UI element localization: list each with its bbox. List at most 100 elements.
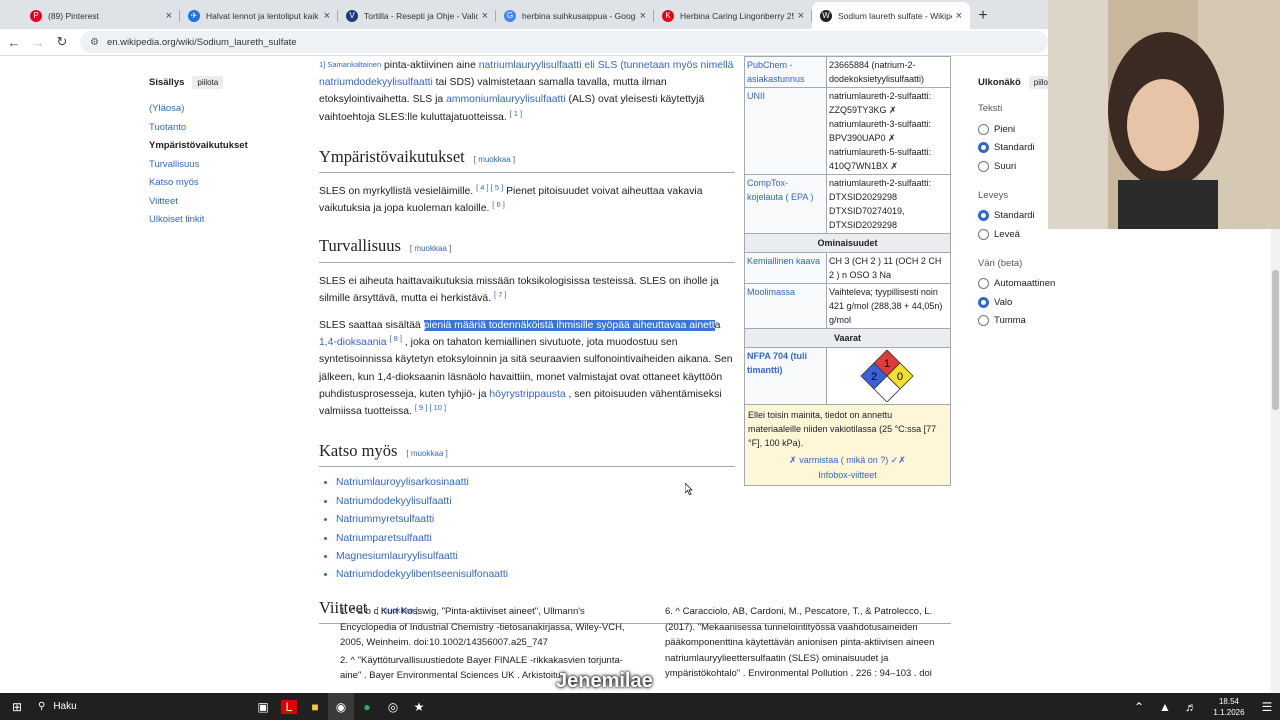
radio-button[interactable] [978,278,989,290]
close-tab-icon[interactable]: × [956,10,962,22]
edit-link[interactable]: muokkaa [478,155,510,164]
radio-option[interactable]: Standardi [978,139,1055,158]
radio-option[interactable]: Leveä [978,225,1055,244]
toc-item[interactable]: Ympäristövaikutukset [149,137,289,156]
edit-link[interactable]: muokkaa [414,244,446,253]
spotify-icon[interactable]: ● [354,693,380,720]
forward-icon[interactable]: → [26,30,50,54]
toc-item[interactable]: Turvallisuus [149,156,289,175]
browser-tab[interactable]: P (89) Pinterest × [22,2,180,29]
nfpa-diamond-cell: 1 2 0 [827,348,950,404]
infobox-key[interactable]: Kemiallinen kaava [745,253,827,283]
edit-link[interactable]: muokkaa [411,449,443,458]
ref-link[interactable]: [ 6 ] [492,200,505,209]
reload-icon[interactable]: ↻ [50,30,74,54]
radio-button[interactable] [978,160,989,172]
radio-button[interactable] [978,315,989,327]
radio-option[interactable]: Suuri [978,157,1055,176]
close-tab-icon[interactable]: × [324,10,330,22]
infobox-key[interactable]: UNII [745,88,827,174]
verify-link[interactable]: ✗ varmistaa ( mikä on ?) ✓✗ [748,453,947,467]
radio-button[interactable] [978,142,989,154]
ref-link[interactable]: [ 9 ] [ 10 ] [415,403,446,412]
network-icon[interactable]: ▲ [1152,693,1178,720]
notifications-icon[interactable]: ☰ [1254,693,1280,720]
radio-option[interactable]: Pieni [978,120,1055,139]
file-explorer-icon[interactable]: ■ [302,693,328,720]
back-icon[interactable]: ← [2,30,26,54]
infobox-value: natriumlaureth-2-sulfaatti: ZZQ59TY3KG ✗… [827,88,950,174]
radio-option[interactable]: Valo [978,293,1055,312]
close-tab-icon[interactable]: × [798,10,804,22]
url-text: en.wikipedia.org/wiki/Sodium_laureth_sul… [106,36,297,48]
heading-text: Ympäristövaikutukset [319,146,465,166]
clock[interactable]: 18.54 1.1.2026 [1204,696,1254,718]
radio-option[interactable]: Tumma [978,312,1055,331]
browser-tab[interactable]: ✈ Halvat lennot ja lentoliput kaik × [180,2,338,29]
taskbar-search[interactable]: ⚲ Haku [30,693,220,720]
toc-item[interactable]: Ulkoiset linkit [149,211,289,230]
browser-tab[interactable]: K Herbina Caring Lingonberry 25 × [654,2,812,29]
radio-button[interactable] [978,210,989,222]
tray-chevron-icon[interactable]: ⌃ [1126,693,1152,720]
radio-label: Valo [994,296,1013,308]
ref-link[interactable]: 1] Samankaltainen [319,60,381,69]
radio-label: Pieni [994,123,1016,135]
see-also-list: NatriumlauroyylisarkosinaattiNatriumdode… [336,474,737,584]
windows-start-icon[interactable]: ⊞ [4,693,30,720]
toc-item[interactable]: Tuotanto [149,119,289,138]
text-size-label: Teksti [978,103,1003,114]
radio-option[interactable]: Standardi [978,207,1055,226]
toc-item[interactable]: Viitteet [149,193,289,212]
radio-button[interactable] [978,228,989,240]
table-of-contents: Sisällys piilota (Yläosa) Tuotanto Ympärist… [149,76,289,230]
scrollbar-thumb[interactable] [1272,270,1279,410]
nfpa-fire: 1 [884,358,890,370]
infobox-value: Vaihteleva; tyypillisesti noin 421 g/mol… [827,284,950,328]
browser-tab[interactable]: W Sodium laureth sulfate - Wikipe × [812,2,970,29]
radio-button[interactable] [978,123,989,135]
radio-option[interactable]: Automaattinen [978,275,1055,294]
close-tab-icon[interactable]: × [166,10,172,22]
see-also-item[interactable]: Natriumdodekyylibentseenisulfonaatti [336,566,737,584]
standard-state-note: Ellei toisin mainita, tiedot on annettu … [748,410,937,448]
ref-link[interactable]: [ 4 ] [ 5 ] [476,183,503,192]
app-l-icon[interactable]: L [276,693,302,720]
infobox-key[interactable]: Moolimassa [745,284,827,328]
link-als[interactable]: ammoniumlauryylisulfaatti [446,94,566,105]
widgets-icon[interactable]: ▣ [250,693,276,720]
link-dioxane[interactable]: 1,4-dioksaania [319,337,387,348]
see-also-item[interactable]: Natriumparetsulfaatti [336,530,737,548]
see-also-item[interactable]: Natriummyretsulfaatti [336,511,737,529]
text: SLES on myrkyllistä vesieläimille. [319,186,474,198]
new-tab-button[interactable]: + [970,2,996,29]
close-tab-icon[interactable]: × [640,10,646,22]
see-also-item[interactable]: Natriumdodekyylisulfaatti [336,493,737,511]
address-bar[interactable]: ⚙ en.wikipedia.org/wiki/Sodium_laureth_s… [80,31,1048,53]
toc-item[interactable]: Katso myös [149,174,289,193]
tab-title: Sodium laureth sulfate - Wikipe [838,10,952,21]
toc-hide-button[interactable]: piilota [192,76,224,89]
app-icon[interactable]: ★ [406,693,432,720]
infobox-key[interactable]: NFPA 704 (tuli timantti) [745,348,827,404]
obs-icon[interactable]: ◎ [380,693,406,720]
browser-tab[interactable]: V Tortilla - Resepti ja Ohje - Valio × [338,2,496,29]
chrome-icon[interactable]: ◉ [328,693,354,720]
ref-link[interactable]: [ 8 ] [389,334,402,343]
volume-icon[interactable]: ♬ [1178,693,1204,720]
infobox-key[interactable]: CompTox-kojelauta ( EPA ) [745,175,827,233]
infobox-references-link[interactable]: Infobox-viitteet [748,468,947,482]
ref-link[interactable]: [ 1 ] [510,109,523,118]
site-info-icon[interactable]: ⚙ [90,37,99,48]
toc-item[interactable]: (Yläosa) [149,100,289,119]
radio-button[interactable] [978,296,989,308]
see-also-item[interactable]: Natriumlauroyylisarkosinaatti [336,474,737,492]
see-also-item[interactable]: Magnesiumlauryylisulfaatti [336,548,737,566]
close-tab-icon[interactable]: × [482,10,488,22]
infobox-key[interactable]: PubChem - asiakastunnus [745,57,827,87]
ref-link[interactable]: [ 7 ] [494,290,507,299]
selected-text[interactable]: pieniä määriä todennäköistä ihmisille sy… [423,320,715,332]
width-label: Leveys [978,189,1009,201]
browser-tab[interactable]: Gherbina suihkusaippua - Googl × [496,2,654,29]
link-steam-stripping[interactable]: höyrystrippausta [489,389,565,400]
